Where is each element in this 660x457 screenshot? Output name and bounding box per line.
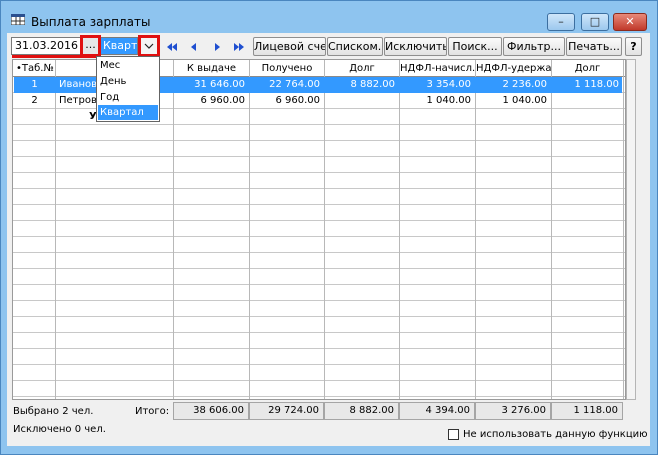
cell-ndfl-accrued[interactable]: 1 040.00 <box>400 93 471 108</box>
cell-received[interactable]: 6 960.00 <box>250 93 320 108</box>
cell-tab: 1 <box>31 79 38 90</box>
chevron-down-icon <box>144 43 154 49</box>
minimize-icon: – <box>558 15 564 28</box>
col-header-debt2[interactable]: Долг <box>552 61 623 76</box>
vertical-scrollbar[interactable] <box>626 59 636 400</box>
cell-to-pay[interactable]: 6 960.00 <box>174 93 245 108</box>
minimize-button[interactable]: – <box>547 13 575 31</box>
cell-debt: 8 882.00 <box>350 79 395 90</box>
col-header-received[interactable]: Получено <box>250 61 324 76</box>
total-to-pay: 38 606.00 <box>173 402 249 420</box>
total-debt: 8 882.00 <box>324 402 399 420</box>
date-input[interactable]: 31.03.2016 <box>11 37 81 55</box>
period-option-year[interactable]: Год <box>98 90 158 105</box>
maximize-icon: □ <box>589 15 601 28</box>
prev-record-icon[interactable] <box>187 41 201 53</box>
cell-to-pay: 31 646.00 <box>194 79 245 90</box>
cell-ndfl-withheld: 2 236.00 <box>502 79 547 90</box>
exclude-button[interactable]: Исключить <box>384 37 447 56</box>
total-ndfl-withheld: 3 276.00 <box>475 402 551 420</box>
col-header-ndfl-accrued[interactable]: НДФЛ-начисл. <box>400 61 475 76</box>
period-option-day[interactable]: День <box>98 74 158 89</box>
close-button[interactable]: ✕ <box>613 13 647 31</box>
client-area: 31.03.2016 ... Квартал Лицевой счет Спис… <box>7 33 650 446</box>
period-option-month[interactable]: Мес <box>98 58 158 73</box>
app-table-icon <box>11 14 25 25</box>
close-icon: ✕ <box>625 15 635 28</box>
filter-button[interactable]: Фильтр... <box>503 37 565 56</box>
cell-debt[interactable] <box>325 93 395 108</box>
total-received: 29 724.00 <box>249 402 324 420</box>
col-header-ndfl-withheld[interactable]: НДФЛ-удержан <box>476 61 551 76</box>
col-header-debt[interactable]: Долг <box>325 61 399 76</box>
title-bar[interactable]: Выплата зарплаты – □ ✕ <box>1 1 657 31</box>
disable-function-checkbox[interactable] <box>448 429 459 440</box>
maximize-button[interactable]: □ <box>581 13 609 31</box>
total-ndfl-accrued: 4 394.00 <box>399 402 475 420</box>
help-button[interactable]: ? <box>625 37 642 56</box>
period-select[interactable]: Квартал <box>100 37 138 55</box>
period-dropdown-button[interactable] <box>140 37 158 55</box>
window-title: Выплата зарплаты <box>31 15 151 29</box>
search-button[interactable]: Поиск... <box>448 37 502 56</box>
total-debt2: 1 118.00 <box>551 402 623 420</box>
cell-ndfl-accrued: 3 354.00 <box>426 79 471 90</box>
cell-ndfl-withheld[interactable]: 1 040.00 <box>476 93 547 108</box>
cell-debt2[interactable] <box>552 93 619 108</box>
period-dropdown-list: Мес День Год Квартал <box>96 56 160 122</box>
col-header-to-pay[interactable]: К выдаче <box>174 61 249 76</box>
highlight-underline <box>12 55 101 58</box>
payroll-window: Выплата зарплаты – □ ✕ 31.03.2016 ... Кв… <box>0 0 658 455</box>
cell-tab[interactable]: 2 <box>14 93 55 108</box>
cell-received: 22 764.00 <box>269 79 320 90</box>
date-picker-button[interactable]: ... <box>82 37 99 55</box>
col-header-tab[interactable]: •Таб.№ <box>14 61 56 76</box>
total-label: Итого: <box>135 406 170 417</box>
print-button[interactable]: Печать... <box>566 37 622 56</box>
cell-debt2: 1 118.00 <box>574 79 619 90</box>
first-record-icon[interactable] <box>165 41 179 53</box>
last-record-icon[interactable] <box>232 41 246 53</box>
period-option-quarter[interactable]: Квартал <box>98 105 158 120</box>
disable-function-label[interactable]: Не использовать данную функцию <box>463 429 648 440</box>
next-record-icon[interactable] <box>210 41 224 53</box>
personal-account-button[interactable]: Лицевой счет <box>253 37 326 56</box>
list-view-button[interactable]: Списком... <box>327 37 383 56</box>
excluded-count: Исключено 0 чел. <box>13 424 106 435</box>
selected-count: Выбрано 2 чел. <box>13 406 94 417</box>
